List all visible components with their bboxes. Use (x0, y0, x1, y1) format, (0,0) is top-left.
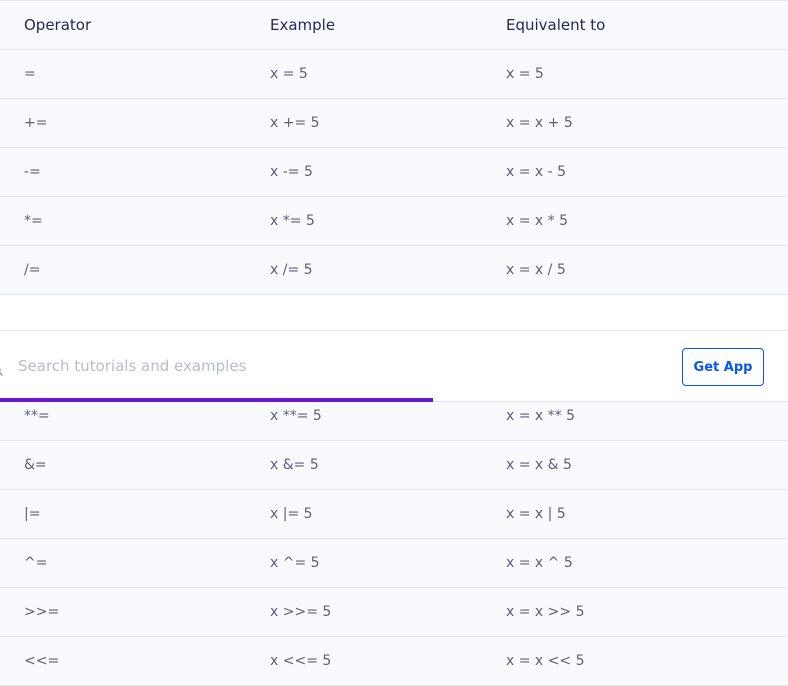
table-row: ^= x ^= 5 x = x ^ 5 (0, 538, 788, 588)
equivalent-cell: x = x << 5 (482, 636, 788, 686)
operators-table-continued: **= x **= 5 x = x ** 5 &= x &= 5 x = x &… (0, 392, 788, 686)
equivalent-cell: x = x + 5 (482, 98, 788, 148)
operator-cell: += (0, 98, 246, 148)
page: Operator Example Equivalent to = x = 5 x… (0, 0, 788, 686)
equivalent-cell: x = x * 5 (482, 196, 788, 246)
example-cell: x |= 5 (246, 489, 482, 539)
example-cell: x -= 5 (246, 147, 482, 197)
header-equivalent: Equivalent to (482, 0, 788, 50)
example-cell: x /= 5 (246, 245, 482, 295)
search-input[interactable] (18, 353, 418, 379)
equivalent-cell: x = x / 5 (482, 245, 788, 295)
table-row: /= x /= 5 x = x / 5 (0, 245, 788, 295)
equivalent-cell: x = x >> 5 (482, 587, 788, 637)
equivalent-cell: x = x - 5 (482, 147, 788, 197)
table-row: |= x |= 5 x = x | 5 (0, 489, 788, 539)
example-cell: x = 5 (246, 49, 482, 99)
operator-cell: *= (0, 196, 246, 246)
table-row: <<= x <<= 5 x = x << 5 (0, 636, 788, 686)
operator-cell: &= (0, 440, 246, 490)
table-row: = x = 5 x = 5 (0, 49, 788, 99)
example-cell: x += 5 (246, 98, 482, 148)
operator-cell: <<= (0, 636, 246, 686)
get-app-button[interactable]: Get App (682, 348, 764, 386)
operator-cell: /= (0, 245, 246, 295)
search-icon (0, 361, 3, 376)
equivalent-cell: x = x & 5 (482, 440, 788, 490)
loading-progress-fill (0, 398, 434, 402)
example-cell: x <<= 5 (246, 636, 482, 686)
table-row: += x += 5 x = x + 5 (0, 98, 788, 148)
operator-cell: ^= (0, 538, 246, 588)
equivalent-cell: x = x ^ 5 (482, 538, 788, 588)
operator-cell: >>= (0, 587, 246, 637)
example-cell: x ^= 5 (246, 538, 482, 588)
header-example: Example (246, 0, 482, 50)
table-row: &= x &= 5 x = x & 5 (0, 440, 788, 490)
equivalent-cell: x = x | 5 (482, 489, 788, 539)
equivalent-cell: x = 5 (482, 49, 788, 99)
table-header-row: Operator Example Equivalent to (0, 0, 788, 50)
table-row: *= x *= 5 x = x * 5 (0, 196, 788, 246)
loading-progress-bar (0, 398, 788, 402)
table-row: >>= x >>= 5 x = x >> 5 (0, 587, 788, 637)
example-cell: x >>= 5 (246, 587, 482, 637)
operator-cell: |= (0, 489, 246, 539)
table-row: -= x -= 5 x = x - 5 (0, 147, 788, 197)
operator-cell: -= (0, 147, 246, 197)
operator-cell: = (0, 49, 246, 99)
example-cell: x *= 5 (246, 196, 482, 246)
operators-table: Operator Example Equivalent to = x = 5 x… (0, 0, 788, 295)
example-cell: x &= 5 (246, 440, 482, 490)
search-bar: Get App (0, 330, 788, 402)
header-operator: Operator (0, 0, 246, 50)
